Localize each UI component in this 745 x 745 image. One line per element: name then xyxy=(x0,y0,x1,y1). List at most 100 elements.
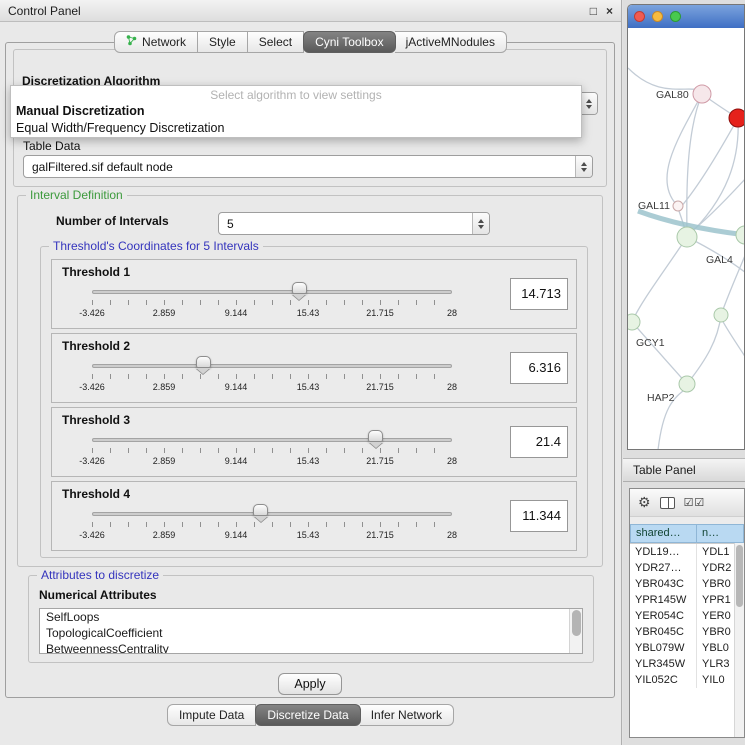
network-node[interactable] xyxy=(693,85,711,103)
network-node[interactable] xyxy=(736,226,745,244)
slider-thumb[interactable] xyxy=(196,356,211,368)
threshold-slider[interactable]: -3.4262.8599.14415.4321.71528 xyxy=(92,428,452,474)
threshold-panel: Threshold 4 -3.4262.8599.14415.4321.7152… xyxy=(51,481,577,551)
tick-label: 2.859 xyxy=(153,308,176,318)
list-scrollbar[interactable] xyxy=(569,609,582,653)
zoom-traffic-light-icon[interactable] xyxy=(670,11,681,22)
table-cell: YDL1 xyxy=(697,544,734,560)
table-data-combobox[interactable]: galFiltered.sif default node xyxy=(23,155,593,178)
threshold-value-field[interactable]: 11.344 xyxy=(510,500,568,532)
threshold-slider[interactable]: -3.4262.8599.14415.4321.71528 xyxy=(92,502,452,548)
tab-network[interactable]: Network xyxy=(114,31,198,53)
network-node-selected[interactable] xyxy=(729,109,745,127)
table-panel-header[interactable]: Table Panel xyxy=(623,458,745,482)
network-node[interactable] xyxy=(714,308,728,322)
table-row[interactable]: YBR043CYBR0 xyxy=(630,576,734,592)
tab-label: Discretize Data xyxy=(267,705,348,725)
table-panel-title: Table Panel xyxy=(633,463,696,477)
slider-tick-labels: -3.4262.8599.14415.4321.71528 xyxy=(92,382,452,394)
table-cell: YPR145W xyxy=(630,592,697,608)
control-panel: Control Panel □ × Network Style Select C… xyxy=(0,0,622,745)
checkbox-icons[interactable]: ☑☑ xyxy=(684,496,706,509)
table-row[interactable]: YIL052CYIL0 xyxy=(630,672,734,688)
table-cell: YBR045C xyxy=(630,624,697,640)
table-row[interactable]: YBR045CYBR0 xyxy=(630,624,734,640)
table-row[interactable]: YPR145WYPR1 xyxy=(630,592,734,608)
tick-label: 9.144 xyxy=(225,308,248,318)
tab-impute-data[interactable]: Impute Data xyxy=(167,704,256,726)
threshold-panel: Threshold 2 -3.4262.8599.14415.4321.7152… xyxy=(51,333,577,403)
table-row[interactable]: YER054CYER0 xyxy=(630,608,734,624)
tab-select[interactable]: Select xyxy=(248,31,304,53)
table-row[interactable]: YBL079WYBL0 xyxy=(630,640,734,656)
minimize-traffic-light-icon[interactable] xyxy=(652,11,663,22)
network-node[interactable] xyxy=(679,376,695,392)
combo-stepper-icon[interactable] xyxy=(472,213,489,234)
slider-thumb[interactable] xyxy=(368,430,383,442)
slider-thumb[interactable] xyxy=(253,504,268,516)
tab-style[interactable]: Style xyxy=(198,31,248,53)
tab-jactivemnodules[interactable]: jActiveMNodules xyxy=(395,31,507,53)
list-item[interactable]: TopologicalCoefficient xyxy=(40,625,582,641)
columns-icon[interactable] xyxy=(660,497,675,509)
list-item[interactable]: SelfLoops xyxy=(40,609,582,625)
table-toolbar: ⚙ ☑☑ xyxy=(630,489,744,517)
numerical-attributes-label: Numerical Attributes xyxy=(39,588,157,602)
node-label-gal4: GAL4 xyxy=(706,254,733,266)
number-of-intervals-row: Number of Intervals 5 xyxy=(18,214,602,228)
table-row[interactable]: YDL19…YDL1 xyxy=(630,544,734,560)
float-window-icon[interactable]: □ xyxy=(590,4,597,18)
network-node[interactable] xyxy=(628,314,640,330)
slider-track[interactable] xyxy=(92,438,452,442)
slider-thumb[interactable] xyxy=(292,282,307,294)
combo-stepper-icon[interactable] xyxy=(580,93,597,114)
apply-button[interactable]: Apply xyxy=(278,673,342,695)
thresholds-group: Threshold's Coordinates for 5 Intervals … xyxy=(40,246,588,558)
close-traffic-light-icon[interactable] xyxy=(634,11,645,22)
dropdown-option-equal-width-frequency[interactable]: Equal Width/Frequency Discretization xyxy=(11,120,581,137)
network-node[interactable] xyxy=(673,201,683,211)
table-cell: YBR043C xyxy=(630,576,697,592)
combo-stepper-icon[interactable] xyxy=(575,156,592,177)
threshold-slider[interactable]: -3.4262.8599.14415.4321.71528 xyxy=(92,280,452,326)
network-canvas[interactable]: GAL80 GAL11 GAL4 GCY1 HAP2 xyxy=(628,28,745,450)
table-row[interactable]: YDR27…YDR2 xyxy=(630,560,734,576)
tab-infer-network[interactable]: Infer Network xyxy=(360,704,454,726)
scrollbar-thumb[interactable] xyxy=(572,610,581,636)
threshold-value-field[interactable]: 14.713 xyxy=(510,278,568,310)
attributes-group-title: Attributes to discretize xyxy=(37,568,163,582)
slider-track[interactable] xyxy=(92,512,452,516)
table-cell: YBR0 xyxy=(697,624,734,640)
tick-label: 15.43 xyxy=(297,382,320,392)
dropdown-option-manual-discretization[interactable]: Manual Discretization xyxy=(11,103,581,120)
tick-label: 28 xyxy=(447,456,457,466)
tick-label: -3.426 xyxy=(79,382,105,392)
table-row[interactable]: YLR345WYLR3 xyxy=(630,656,734,672)
bottom-tab-bar: Impute Data Discretize Data Infer Networ… xyxy=(0,704,621,726)
tab-cyni-toolbox[interactable]: Cyni Toolbox xyxy=(303,31,395,53)
gear-icon[interactable]: ⚙ xyxy=(638,494,651,511)
tick-label: 21.715 xyxy=(366,530,394,540)
slider-track[interactable] xyxy=(92,290,452,294)
slider-tick-labels: -3.4262.8599.14415.4321.71528 xyxy=(92,456,452,468)
tick-label: 9.144 xyxy=(225,382,248,392)
number-of-intervals-combobox[interactable]: 5 xyxy=(218,212,490,235)
column-header-name[interactable]: n… xyxy=(697,524,744,543)
tick-label: 28 xyxy=(447,382,457,392)
list-item[interactable]: BetweennessCentrality xyxy=(40,641,582,654)
close-icon[interactable]: × xyxy=(606,4,613,18)
algorithm-dropdown-popup: Select algorithm to view settings Manual… xyxy=(10,85,582,138)
threshold-slider[interactable]: -3.4262.8599.14415.4321.71528 xyxy=(92,354,452,400)
table-cell: YIL052C xyxy=(630,672,697,688)
slider-track[interactable] xyxy=(92,364,452,368)
scrollbar-thumb[interactable] xyxy=(736,545,743,607)
network-node[interactable] xyxy=(677,227,697,247)
threshold-value-field[interactable]: 6.316 xyxy=(510,352,568,384)
tab-discretize-data[interactable]: Discretize Data xyxy=(255,704,360,726)
top-tab-bar: Network Style Select Cyni Toolbox jActiv… xyxy=(0,31,621,53)
column-header-shared-name[interactable]: shared… xyxy=(630,524,697,543)
slider-tick-labels: -3.4262.8599.14415.4321.71528 xyxy=(92,530,452,542)
table-scrollbar[interactable] xyxy=(734,543,744,737)
tick-label: 28 xyxy=(447,308,457,318)
threshold-value-field[interactable]: 21.4 xyxy=(510,426,568,458)
